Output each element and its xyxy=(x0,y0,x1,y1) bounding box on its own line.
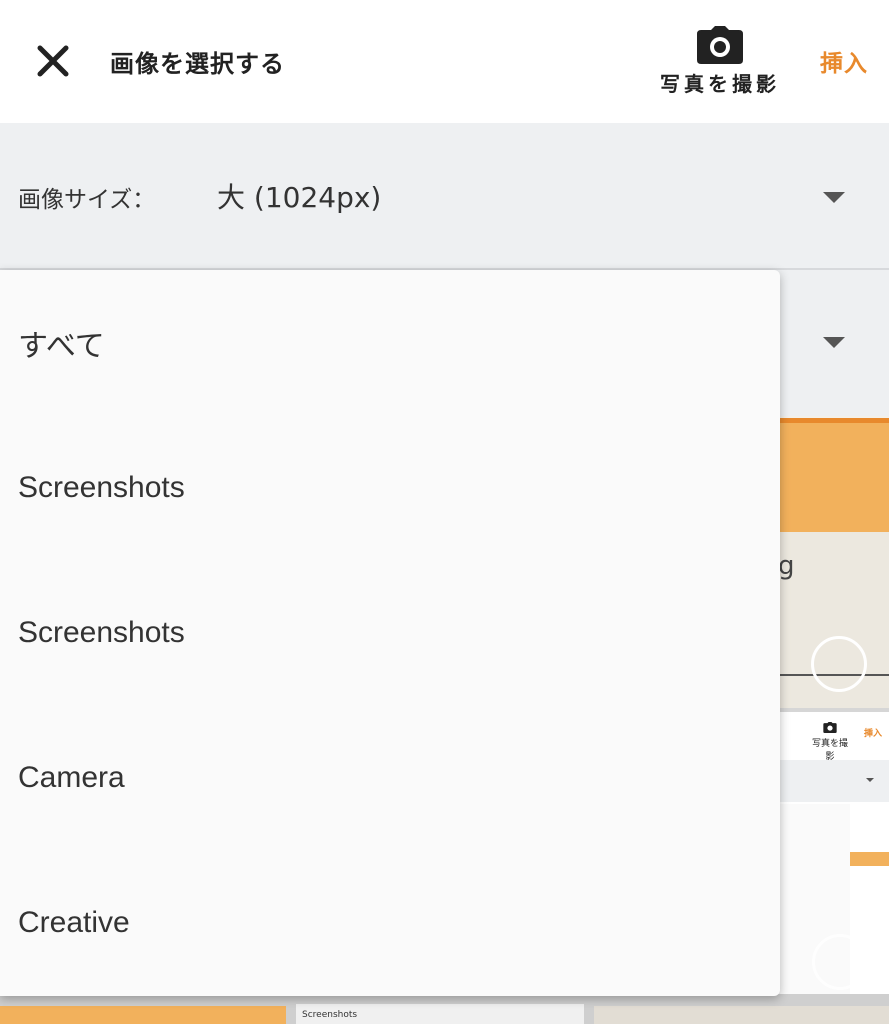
thumbnail-text: 写真を撮影 xyxy=(811,739,848,762)
thumbnail-content xyxy=(850,852,889,866)
image-grid-row: Screenshots xyxy=(0,994,889,1024)
menu-item-creative[interactable]: Creative xyxy=(0,850,780,995)
select-checkbox[interactable] xyxy=(811,636,867,692)
page-title: 画像を選択する xyxy=(110,50,285,78)
thumbnail-text: 挿入 xyxy=(864,729,883,739)
chevron-down-icon xyxy=(823,337,845,348)
app-header: 画像を選択する 写真を撮影 挿入 xyxy=(0,0,889,123)
image-thumbnail[interactable] xyxy=(0,1006,286,1024)
menu-item-all[interactable]: すべて xyxy=(0,270,780,415)
album-dropdown-menu: すべて Screenshots Screenshots Camera Creat… xyxy=(0,270,780,996)
image-size-label: 画像サイズ： xyxy=(18,187,156,213)
camera-icon xyxy=(697,26,743,64)
select-checkbox[interactable] xyxy=(812,934,868,990)
image-size-value: 大 (1024px) xyxy=(217,181,382,214)
thumbnail-content: 写真を撮影 xyxy=(810,722,850,762)
chevron-down-icon xyxy=(866,778,874,782)
menu-item-screenshots[interactable]: Screenshots xyxy=(0,415,780,560)
menu-item-camera[interactable]: Camera xyxy=(0,705,780,850)
insert-button[interactable]: 挿入 xyxy=(820,44,868,78)
chevron-down-icon xyxy=(823,192,845,203)
thumbnail-content xyxy=(778,418,889,532)
close-icon xyxy=(37,45,69,77)
close-button[interactable] xyxy=(30,38,76,84)
thumbnail-content xyxy=(778,760,889,802)
image-thumbnail[interactable]: 写真を撮影 挿入 xyxy=(778,712,889,1018)
menu-item-screenshots[interactable]: Screenshots xyxy=(0,560,780,705)
camera-icon xyxy=(823,722,837,733)
image-thumbnail[interactable]: g xyxy=(778,416,889,708)
thumbnail-text: Screenshots xyxy=(302,1010,358,1020)
take-photo-label: 写真を撮影 xyxy=(660,72,780,96)
image-thumbnail[interactable] xyxy=(594,1006,889,1024)
thumbnail-text: g xyxy=(778,551,795,581)
take-photo-button[interactable]: 写真を撮影 xyxy=(650,26,790,101)
image-size-select[interactable]: 画像サイズ： 大 (1024px) xyxy=(0,123,889,269)
image-thumbnail[interactable]: Screenshots xyxy=(296,1004,584,1024)
